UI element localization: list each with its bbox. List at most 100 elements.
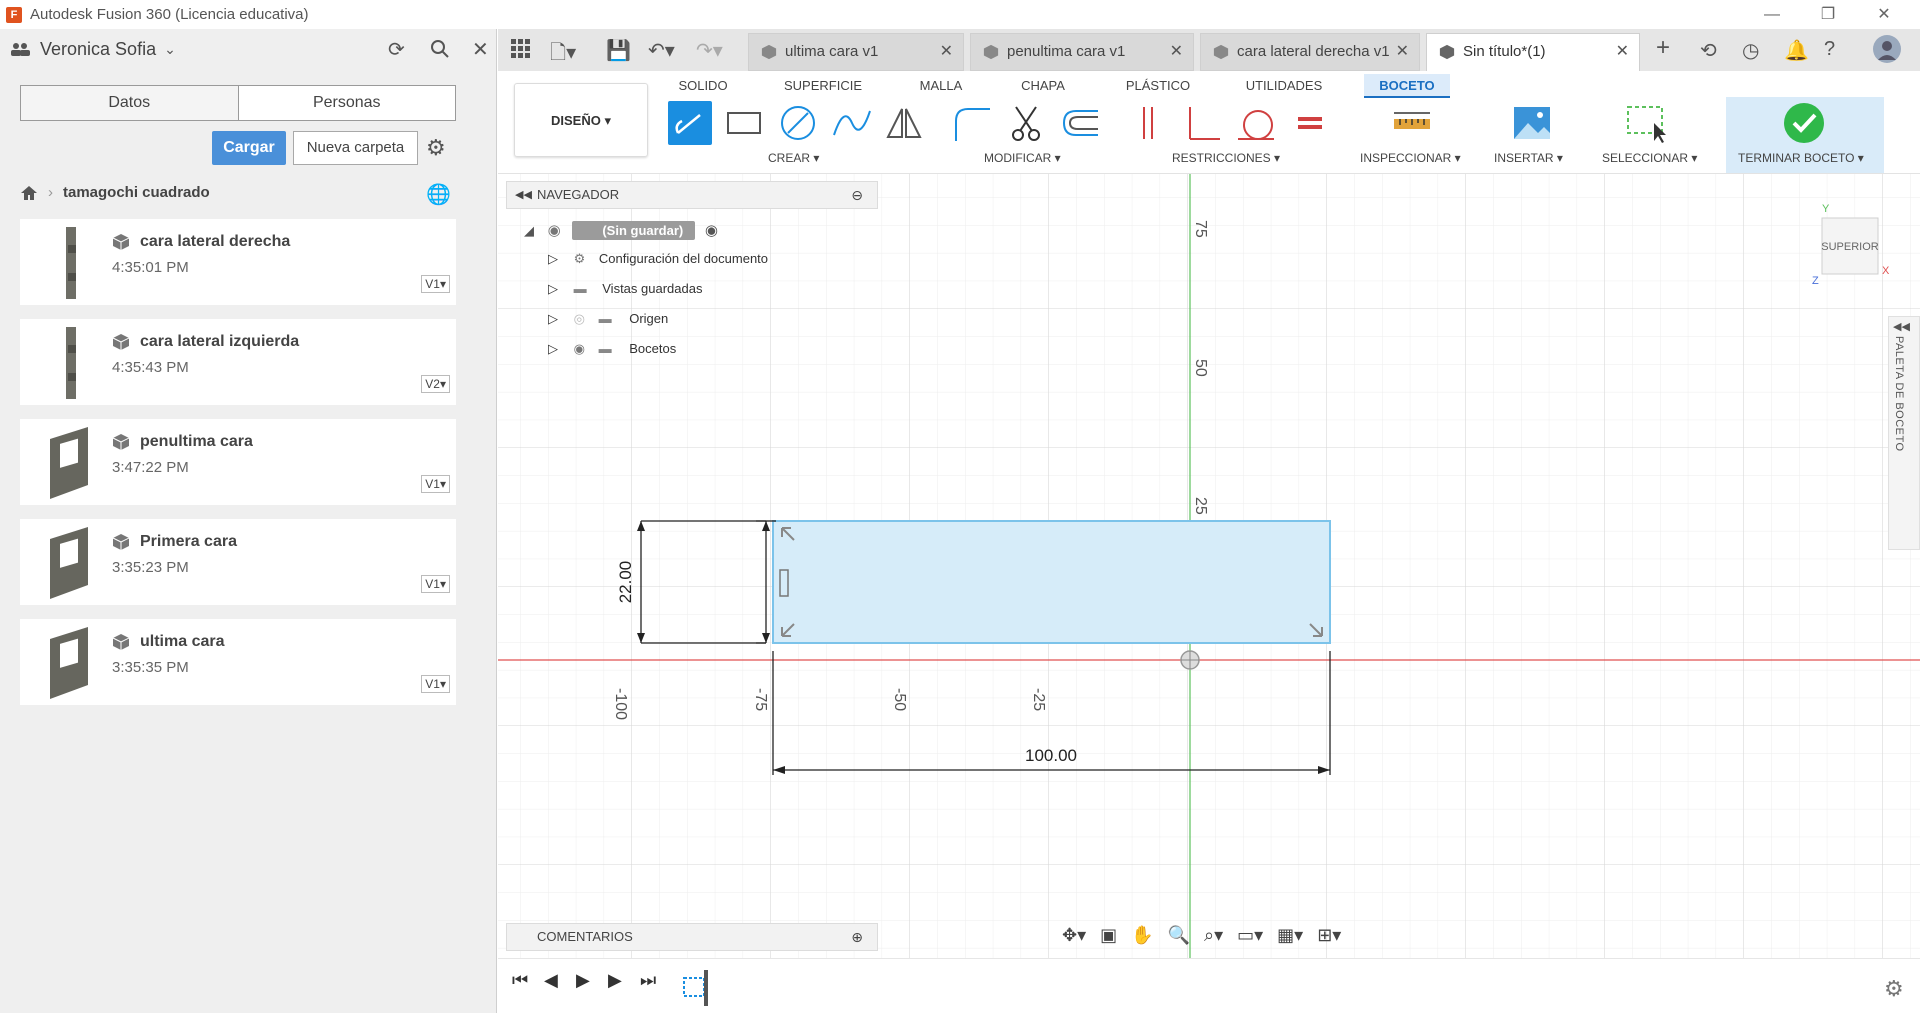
collapse-left-icon[interactable]: ◀◀ [515,182,532,208]
equal-constraint-icon[interactable] [1288,101,1332,145]
version-badge[interactable]: V1▾ [421,575,450,593]
play-icon[interactable]: ▶ [576,970,590,991]
zoom-window-icon[interactable]: ⌕▾ [1204,925,1223,946]
finish-sketch-check-icon[interactable] [1782,101,1826,145]
tab-datos[interactable]: Datos [21,86,239,120]
tab-malla[interactable]: MALLA [908,74,974,98]
new-tab-icon[interactable]: + [1656,34,1670,62]
doc-tab-penultima-cara[interactable]: penultima cara v1 ✕ [970,33,1194,71]
offset-tool-icon[interactable] [1058,101,1102,145]
group-modificar[interactable]: MODIFICAR ▾ [984,151,1061,165]
notifications-icon[interactable]: 🔔 [1784,38,1809,63]
undo-icon[interactable]: ↶▾ [648,38,675,63]
doc-tab-ultima-cara[interactable]: ultima cara v1 ✕ [748,33,964,71]
pan-icon[interactable]: ✋ [1131,925,1153,946]
timeline-settings-gear-icon[interactable]: ⚙ [1884,976,1904,1002]
plus-circle-icon[interactable]: ⊕ [851,924,863,950]
line-tool-icon[interactable] [668,101,712,145]
new-folder-button[interactable]: Nueva carpeta [293,131,418,165]
grid-settings-icon[interactable]: ▦▾ [1277,925,1303,946]
timeline-sketch-marker[interactable] [682,968,712,1008]
navigator-header[interactable]: ◀◀ NAVEGADOR ⊖ [506,181,878,209]
close-icon[interactable]: ✕ [1616,34,1629,70]
file-card[interactable]: Primera cara 3:35:23 PM V1▾ [20,519,456,605]
display-settings-icon[interactable]: ▭▾ [1237,925,1263,946]
nav-root[interactable]: ◢ ◉ (Sin guardar) ◉ [524,221,718,240]
rectangle-tool-icon[interactable] [722,101,766,145]
close-icon[interactable]: ✕ [1170,34,1183,70]
avatar[interactable] [1872,34,1902,64]
refresh-icon[interactable]: ⟳ [388,37,405,62]
collapse-left-icon[interactable]: ◀◀ [1893,320,1910,333]
height-dimension-label[interactable]: 22.00 [616,561,635,604]
viewports-icon[interactable]: ⊞▾ [1317,925,1341,946]
group-seleccionar[interactable]: SELECCIONAR ▾ [1602,151,1697,165]
nav-item[interactable]: ▷ ⚙ Configuración del documento [548,251,768,267]
version-badge[interactable]: V1▾ [421,675,450,693]
doc-tab-sin-titulo[interactable]: Sin título*(1) ✕ [1426,33,1640,71]
extensions-icon[interactable]: ⟲ [1700,38,1717,63]
close-panel-icon[interactable]: ✕ [472,37,489,62]
go-to-end-icon[interactable]: ⏭ [640,970,656,991]
circle-tool-icon[interactable] [776,101,820,145]
group-restricciones[interactable]: RESTRICCIONES ▾ [1172,151,1280,165]
triangle-expanded-icon[interactable]: ◢ [524,223,534,238]
expand-arrow-icon[interactable]: ▷ [548,341,558,356]
upload-button[interactable]: Cargar [212,131,286,165]
eye-icon[interactable]: ◉ [548,222,561,239]
version-badge[interactable]: V2▾ [421,375,450,393]
workspace-selector[interactable]: DISEÑO ▾ [514,83,648,157]
step-forward-icon[interactable]: ▶ [608,970,622,991]
eye-icon[interactable]: ◉ [574,341,585,356]
help-icon[interactable]: ? [1824,38,1835,61]
perpendicular-constraint-icon[interactable] [1180,101,1224,145]
globe-icon[interactable]: 🌐 [426,182,451,207]
close-window-button[interactable]: ✕ [1856,0,1912,29]
minus-circle-icon[interactable]: ⊖ [851,182,863,208]
mirror-tool-icon[interactable] [882,101,926,145]
expand-arrow-icon[interactable]: ▷ [548,281,558,296]
insert-image-icon[interactable] [1510,101,1554,145]
viewcube[interactable]: Y SUPERIOR X Z [1810,198,1890,288]
gear-icon[interactable]: ⚙ [426,135,446,161]
version-badge[interactable]: V1▾ [421,275,450,293]
tab-chapa[interactable]: CHAPA [1012,74,1074,98]
tab-utilidades[interactable]: UTILIDADES [1242,74,1326,98]
file-card[interactable]: cara lateral izquierda 4:35:43 PM V2▾ [20,319,456,405]
eye-hidden-icon[interactable]: ◎ [574,311,585,326]
measure-tool-icon[interactable] [1390,101,1434,145]
spline-tool-icon[interactable] [830,101,874,145]
group-inspeccionar[interactable]: INSPECCIONAR ▾ [1360,151,1461,165]
orbit-icon[interactable]: ✥▾ [1062,925,1086,946]
tab-plastico[interactable]: PLÁSTICO [1122,74,1194,98]
sketch-canvas[interactable]: 22.00 100.00 -100 -75 -50 -25 75 50 25 [498,174,1920,958]
viewcube-face[interactable]: SUPERIOR [1821,241,1879,253]
sketch-palette-label[interactable]: PALETA DE BOCETO [1893,336,1905,452]
fillet-tool-icon[interactable] [950,101,994,145]
chevron-down-icon[interactable]: ⌄ [164,41,176,58]
file-card[interactable]: ultima cara 3:35:35 PM V1▾ [20,619,456,705]
nav-item[interactable]: ▷ ◎ ▬ Origen [548,311,668,327]
comments-header[interactable]: COMENTARIOS ⊕ [506,923,878,951]
select-window-icon[interactable] [1624,101,1668,145]
expand-arrow-icon[interactable]: ▷ [548,251,558,266]
expand-arrow-icon[interactable]: ▷ [548,311,558,326]
tab-boceto[interactable]: BOCETO [1364,74,1450,98]
step-back-icon[interactable]: ◀ [544,970,558,991]
user-name[interactable]: Veronica Sofia [40,39,156,60]
look-at-icon[interactable]: ▣ [1100,925,1117,946]
breadcrumb-folder[interactable]: tamagochi cuadrado [63,184,210,201]
close-icon[interactable]: ✕ [1396,34,1409,70]
doc-tab-cara-lateral-derecha[interactable]: cara lateral derecha v1 ✕ [1200,33,1420,71]
version-badge[interactable]: V1▾ [421,475,450,493]
redo-icon[interactable]: ↷▾ [696,38,723,63]
group-crear[interactable]: CREAR ▾ [768,151,819,165]
tab-personas[interactable]: Personas [239,86,456,120]
trim-tool-icon[interactable] [1004,101,1048,145]
zoom-icon[interactable]: 🔍 [1168,925,1190,946]
job-status-icon[interactable]: ◷ [1742,38,1759,63]
apps-grid-icon[interactable] [510,38,532,60]
home-icon[interactable] [20,185,38,201]
width-dimension-label[interactable]: 100.00 [1025,746,1077,765]
minimize-button[interactable]: — [1744,0,1800,29]
